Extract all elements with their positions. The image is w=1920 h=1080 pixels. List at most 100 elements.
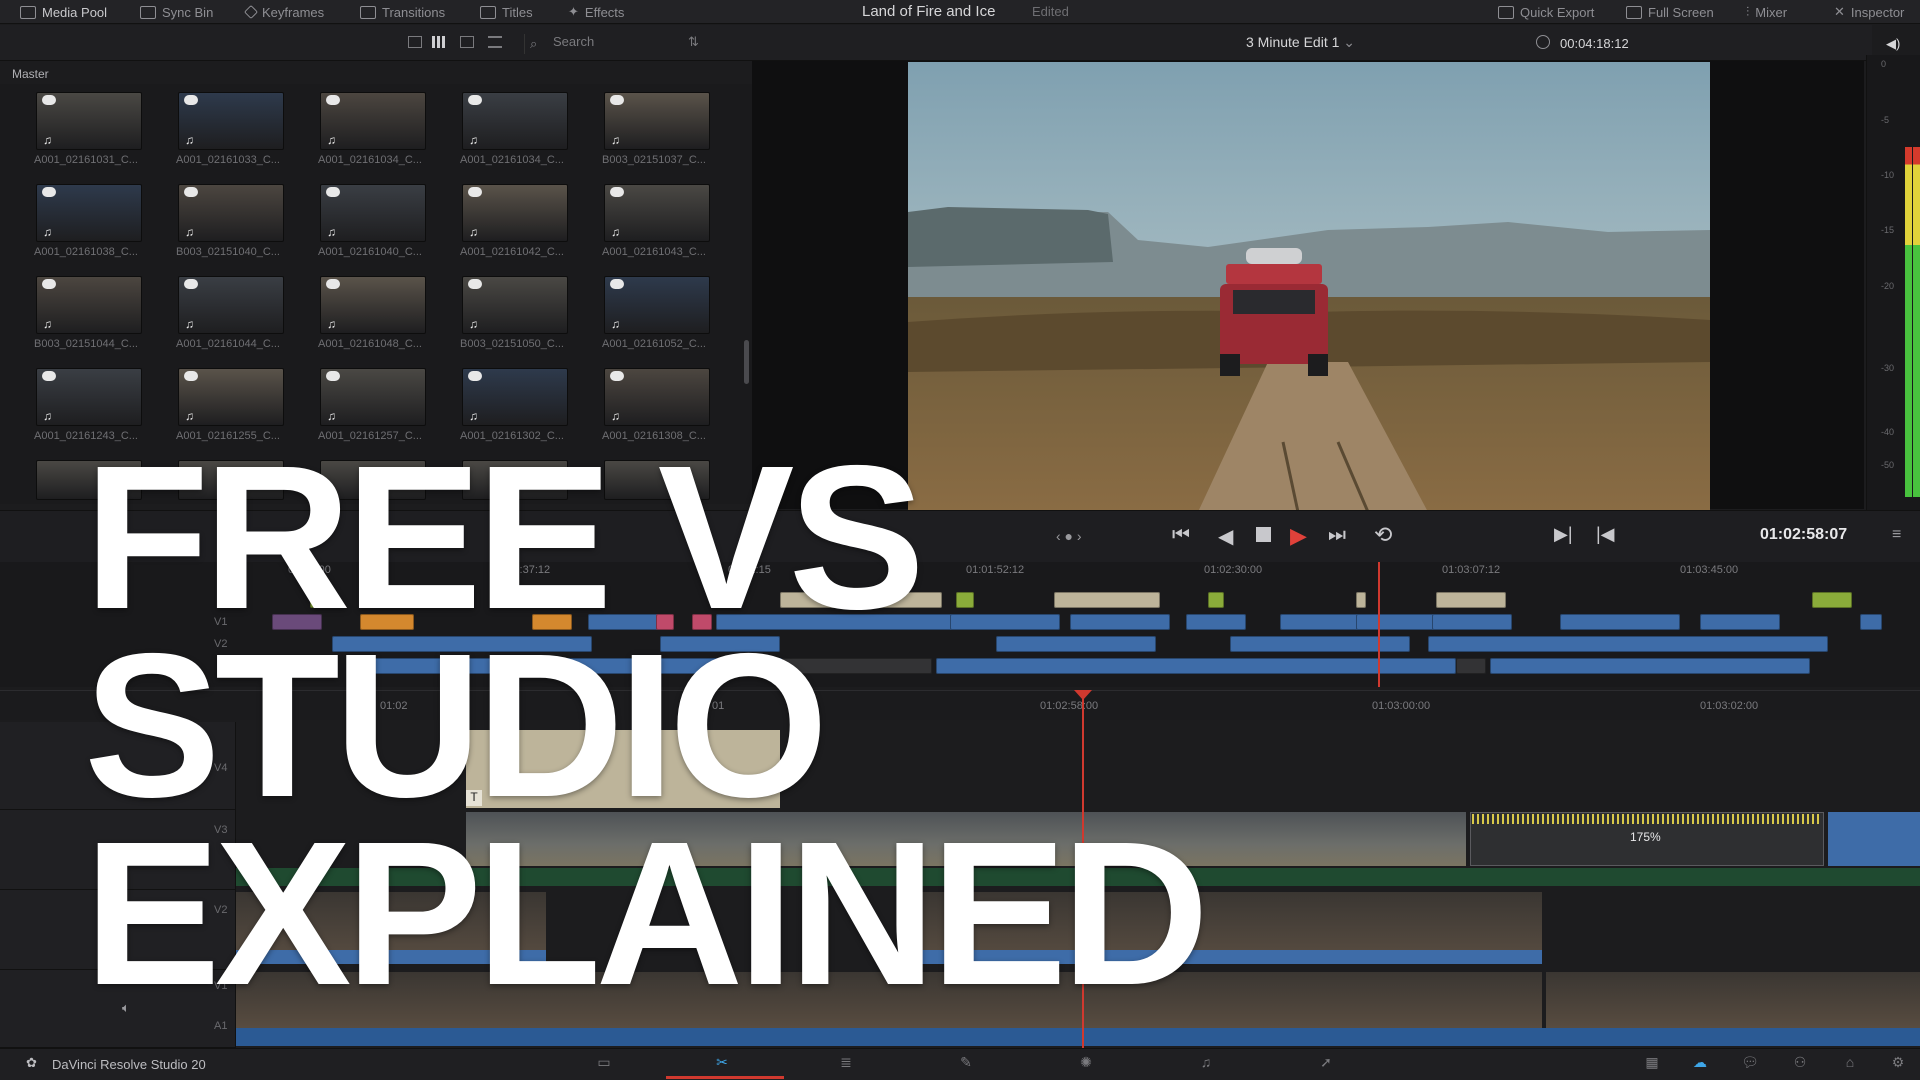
effects-button[interactable]: ✦ Effects	[568, 0, 624, 24]
mark-out-button[interactable]: ▶|	[1554, 524, 1573, 545]
sync-bin-button[interactable]: Sync Bin	[140, 0, 213, 24]
media-clip-thumbnail[interactable]: ♫	[36, 92, 142, 150]
media-pool-scrollbar[interactable]	[744, 340, 749, 384]
audio-icon: ♫	[469, 133, 478, 147]
filmstrip-view-icon[interactable]	[460, 36, 474, 48]
mini-timeline-clip[interactable]	[1186, 614, 1246, 630]
mini-timeline-clip[interactable]	[1436, 592, 1506, 608]
mini-timeline-clip[interactable]	[1560, 614, 1680, 630]
options-menu-icon[interactable]: ≡	[1892, 526, 1901, 544]
grid-view-icon[interactable]	[432, 36, 446, 48]
media-pool-button[interactable]: Media Pool	[20, 0, 107, 24]
overlay-line-3: EXPLAINED	[84, 799, 1209, 1028]
media-clip-thumbnail[interactable]: ♫	[462, 92, 568, 150]
mini-timeline-clip[interactable]	[1432, 614, 1512, 630]
fusion-page-icon[interactable]: ✎	[956, 1054, 976, 1070]
stop-button[interactable]	[1256, 527, 1271, 542]
media-pool-icon	[20, 5, 36, 19]
cloud-icon	[42, 187, 56, 197]
media-clip-thumbnail[interactable]: ♫	[36, 184, 142, 242]
media-clip-thumbnail[interactable]: ♫	[604, 276, 710, 334]
media-clip-label: A001_02161034_C...	[460, 154, 564, 166]
media-clip-label: A001_02161048_C...	[318, 338, 422, 350]
media-clip-thumbnail[interactable]: ♫	[604, 184, 710, 242]
media-clip-thumbnail[interactable]: ♫	[178, 368, 284, 426]
media-clip-thumbnail[interactable]: ♫	[462, 184, 568, 242]
keyframes-button[interactable]: Keyframes	[243, 0, 324, 24]
media-clip-thumbnail[interactable]: ♫	[178, 276, 284, 334]
media-clip-thumbnail[interactable]: ♫	[178, 184, 284, 242]
sort-icon[interactable]: ⇅	[688, 34, 699, 50]
transitions-button[interactable]: Transitions	[360, 0, 445, 24]
mini-timeline-clip[interactable]	[1456, 658, 1486, 674]
deliver-page-icon[interactable]: ➚	[1316, 1054, 1336, 1070]
cloud-icon[interactable]: ☁	[1690, 1054, 1710, 1070]
clock-icon	[1536, 35, 1550, 49]
upper-playhead[interactable]	[1378, 562, 1380, 687]
go-to-end-button[interactable]: ⏭	[1328, 524, 1346, 547]
list-view-icon[interactable]	[408, 36, 422, 48]
play-reverse-button[interactable]: ◀	[1218, 524, 1233, 549]
mini-timeline-clip[interactable]	[1428, 636, 1828, 652]
media-clip-thumbnail[interactable]: ♫	[320, 92, 426, 150]
audio-icon: ♫	[611, 225, 620, 239]
audio-icon: ♫	[185, 409, 194, 423]
cloud-icon	[184, 95, 198, 105]
media-clip-label: A001_02161038_C...	[34, 246, 138, 258]
mini-timeline-clip[interactable]	[1860, 614, 1882, 630]
cloud-icon	[326, 95, 340, 105]
media-clip-thumbnail[interactable]: ♫	[178, 92, 284, 150]
mini-timeline-clip[interactable]	[1208, 592, 1224, 608]
mini-timeline-clip[interactable]	[1812, 592, 1852, 608]
chat-icon[interactable]: 💬︎	[1740, 1054, 1760, 1070]
project-manager-icon[interactable]: ▦	[1642, 1054, 1662, 1070]
play-button[interactable]: ▶	[1290, 523, 1307, 549]
cloud-icon	[468, 187, 482, 197]
media-clip-thumbnail[interactable]: ♫	[604, 92, 710, 150]
media-clip-thumbnail[interactable]: ♫	[320, 368, 426, 426]
media-clip-thumbnail[interactable]: ♫	[320, 184, 426, 242]
media-clip-thumbnail[interactable]: ♫	[462, 368, 568, 426]
inspector-button[interactable]: ✕ Inspector	[1834, 0, 1904, 24]
edit-page-icon[interactable]: ≣	[836, 1054, 856, 1070]
cloud-icon	[184, 371, 198, 381]
timeline-selector[interactable]: 3 Minute Edit 1 ⌄	[1246, 34, 1355, 51]
v3-blue-clip[interactable]	[1828, 812, 1920, 866]
mini-timeline-clip[interactable]	[1356, 592, 1366, 608]
quick-export-button[interactable]: Quick Export	[1498, 0, 1594, 24]
mini-timeline-clip[interactable]	[1490, 658, 1810, 674]
app-name: DaVinci Resolve Studio 20	[52, 1057, 206, 1072]
mixer-button[interactable]: ⫶ Mixer	[1746, 0, 1787, 24]
media-page-icon[interactable]: ▭	[594, 1054, 614, 1070]
cloud-icon	[42, 371, 56, 381]
project-status: Edited	[1032, 4, 1069, 19]
mini-timeline-clip[interactable]	[1230, 636, 1410, 652]
v1-clip-b[interactable]	[1546, 972, 1920, 1028]
audio-icon: ♫	[327, 133, 336, 147]
full-screen-button[interactable]: Full Screen	[1626, 0, 1714, 24]
search-input[interactable]: Search	[524, 34, 676, 54]
export-icon	[1498, 5, 1514, 19]
media-clip-thumbnail[interactable]: ♫	[36, 276, 142, 334]
detail-view-icon[interactable]	[488, 36, 502, 48]
loop-button[interactable]: ⟲	[1374, 522, 1392, 548]
fairlight-page-icon[interactable]: ♫	[1196, 1054, 1216, 1070]
settings-gear-icon[interactable]: ⚙	[1888, 1054, 1908, 1070]
media-clip-thumbnail[interactable]: ♫	[320, 276, 426, 334]
collaboration-icon[interactable]: ⚇	[1790, 1054, 1810, 1070]
mini-timeline-clip[interactable]	[1700, 614, 1780, 630]
media-clip-thumbnail[interactable]: ♫	[604, 368, 710, 426]
audio-icon: ♫	[611, 317, 620, 331]
media-clip-thumbnail[interactable]: ♫	[36, 368, 142, 426]
media-clip-label: B003_02151040_C...	[176, 246, 280, 258]
mark-in-button[interactable]: |◀	[1596, 524, 1615, 545]
titles-button[interactable]: Titles	[480, 0, 533, 24]
sync-bin-icon	[140, 5, 156, 19]
cut-page-icon[interactable]: ✂	[712, 1054, 732, 1070]
color-page-icon[interactable]: ✺	[1076, 1054, 1096, 1070]
volume-icon[interactable]: ◀)	[1886, 36, 1900, 52]
a1-audio-waveform	[236, 1028, 1920, 1046]
media-clip-thumbnail[interactable]: ♫	[462, 276, 568, 334]
home-icon[interactable]: ⌂	[1840, 1054, 1860, 1070]
media-clip-label: A001_02161033_C...	[176, 154, 280, 166]
